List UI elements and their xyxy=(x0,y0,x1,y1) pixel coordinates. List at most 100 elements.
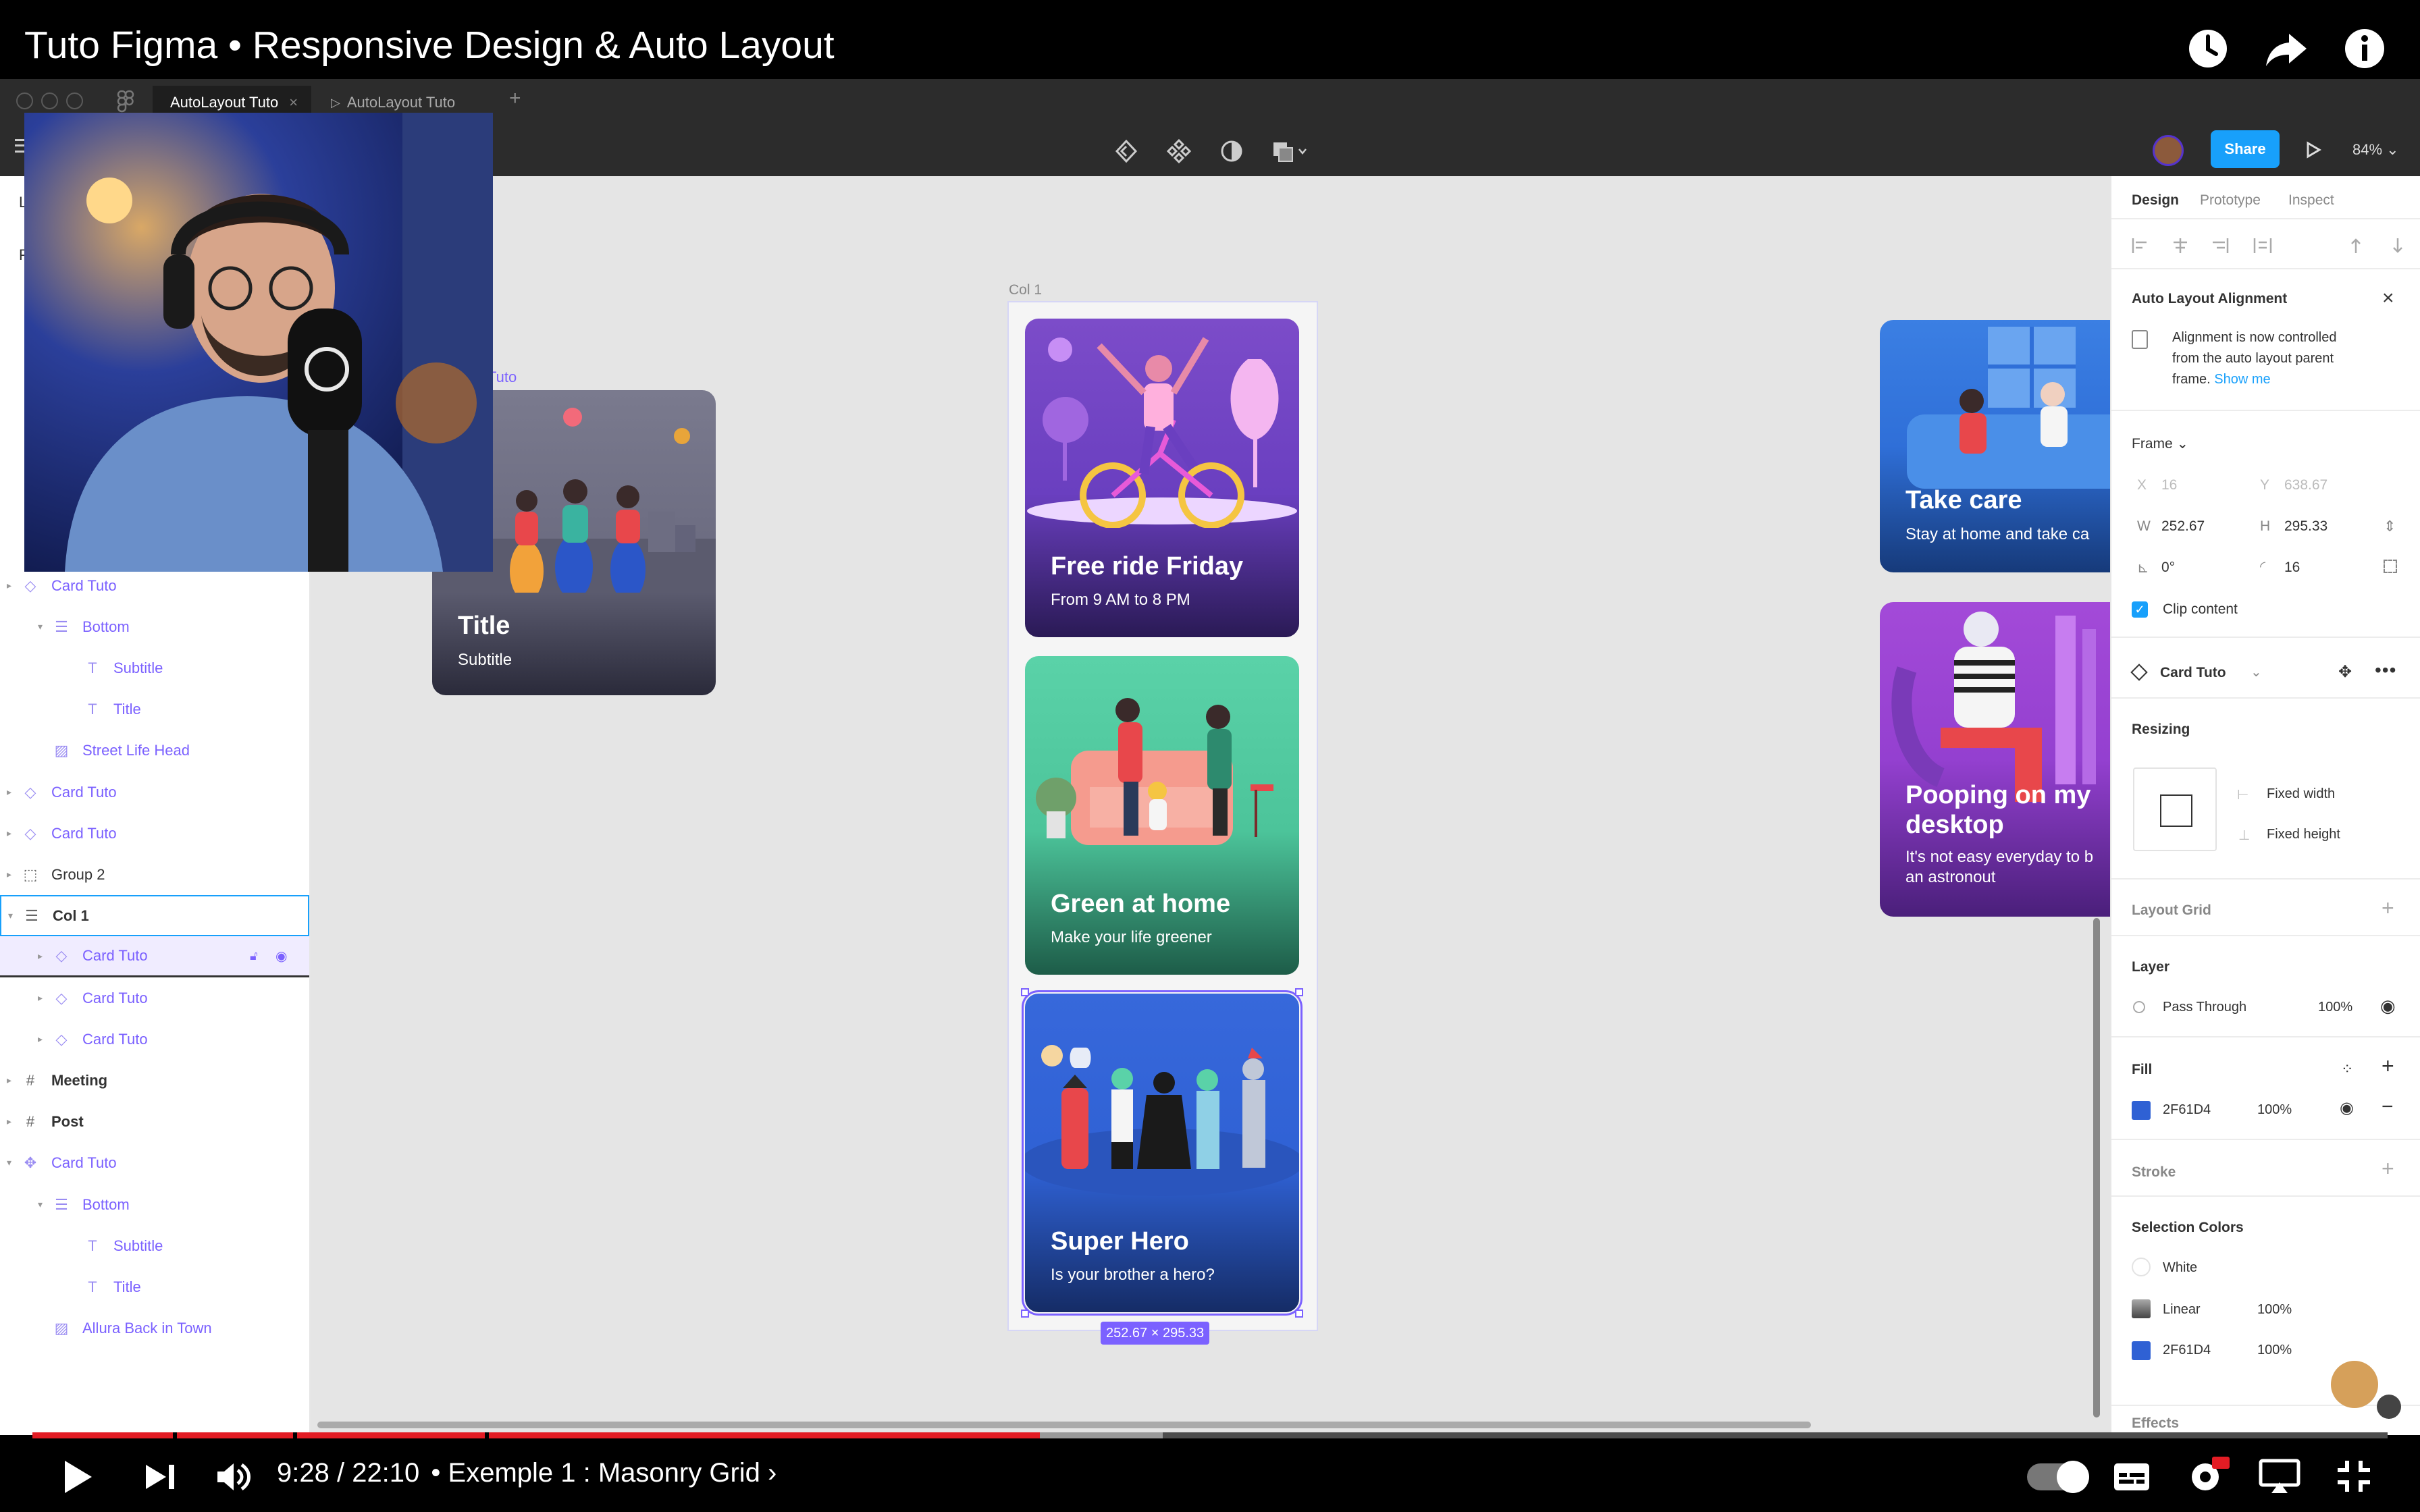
chapter-title[interactable]: • Exemple 1 : Masonry Grid › xyxy=(431,1458,777,1488)
layer-row[interactable]: ▾ ☰ Bottom xyxy=(0,606,309,647)
airplay-icon[interactable] xyxy=(2258,1458,2301,1494)
w-input[interactable]: 252.67 xyxy=(2161,518,2205,535)
layer-opacity-input[interactable]: 100% xyxy=(2318,1000,2352,1015)
caret-right-icon[interactable]: ▸ xyxy=(38,992,43,1004)
white-swatch[interactable] xyxy=(2132,1258,2151,1276)
y-input[interactable]: 638.67 xyxy=(2284,477,2327,493)
x-input[interactable]: 16 xyxy=(2161,477,2177,493)
layer-row[interactable]: T Subtitle xyxy=(0,647,309,688)
blend-mode-dropdown[interactable]: Pass Through xyxy=(2163,1000,2246,1015)
add-stroke-icon[interactable]: + xyxy=(2382,1156,2394,1181)
linear-swatch[interactable] xyxy=(2132,1299,2151,1318)
caret-down-icon[interactable]: ▾ xyxy=(38,621,43,632)
clip-content-checkbox[interactable]: ✓ xyxy=(2132,601,2148,618)
layer-row[interactable]: ▸ ◇ Card Tuto 🔓︎ ◉ xyxy=(0,936,309,977)
layer-row[interactable]: T Title xyxy=(0,688,309,730)
rotation-input[interactable]: 0° xyxy=(2161,560,2175,576)
layer-row[interactable]: ▸ ◇ Card Tuto xyxy=(0,977,309,1019)
show-me-link[interactable]: Show me xyxy=(2214,372,2270,387)
next-video-icon[interactable] xyxy=(143,1462,177,1492)
eye-icon[interactable]: ◉ xyxy=(275,948,287,965)
corner-radius-input[interactable]: 16 xyxy=(2284,560,2300,576)
boolean-groups-icon[interactable] xyxy=(1271,138,1309,164)
share-icon[interactable] xyxy=(2262,24,2311,73)
layer-row[interactable]: T Subtitle xyxy=(0,1225,309,1266)
autoplay-toggle[interactable] xyxy=(2027,1461,2089,1493)
settings-icon[interactable] xyxy=(2186,1455,2231,1496)
exit-fullscreen-icon[interactable] xyxy=(2335,1458,2373,1494)
caret-down-icon[interactable]: ▾ xyxy=(38,1199,43,1210)
alignment-toolbar[interactable] xyxy=(2132,236,2415,256)
caret-right-icon[interactable]: ▸ xyxy=(7,1116,11,1127)
layer-row[interactable]: ▸ ◇ Card Tuto xyxy=(0,1019,309,1060)
caret-right-icon[interactable]: ▸ xyxy=(38,950,43,962)
fill-hex-input[interactable]: 2F61D4 xyxy=(2163,1102,2211,1118)
layer-row[interactable]: ▸ # Post xyxy=(0,1101,309,1142)
info-icon[interactable] xyxy=(2340,24,2389,73)
resize-handle-top-right[interactable] xyxy=(1295,988,1303,996)
component-name-dropdown[interactable]: Card Tuto xyxy=(2160,665,2226,681)
caret-right-icon[interactable]: ▸ xyxy=(7,580,11,591)
resize-handle-bottom-right[interactable] xyxy=(1295,1310,1303,1318)
fill-visibility-eye-icon[interactable]: ◉ xyxy=(2340,1098,2354,1118)
fill-color-swatch[interactable] xyxy=(2132,1101,2151,1120)
resize-handle-top-left[interactable] xyxy=(1021,988,1029,996)
layer-row[interactable]: ▾ ☰ Col 1 xyxy=(0,895,309,936)
close-icon[interactable]: × xyxy=(2382,287,2394,310)
layer-row[interactable]: ▸ ◇ Card Tuto xyxy=(0,772,309,813)
component-icon[interactable] xyxy=(1165,138,1192,164)
caret-right-icon[interactable]: ▸ xyxy=(38,1033,43,1045)
frame-dropdown[interactable]: Frame ⌄ xyxy=(2132,435,2188,452)
layer-row[interactable]: ▨ Street Life Head xyxy=(0,730,309,771)
card-free-ride-friday[interactable]: Free ride Friday From 9 AM to 8 PM xyxy=(1025,319,1299,637)
caret-right-icon[interactable]: ▸ xyxy=(7,828,11,839)
subtitles-icon[interactable] xyxy=(2112,1461,2151,1493)
card-green-at-home[interactable]: Green at home Make your life greener xyxy=(1025,656,1299,975)
lock-icon[interactable]: 🔓︎ xyxy=(250,949,258,963)
h-input[interactable]: 295.33 xyxy=(2284,518,2327,535)
card-super-hero[interactable]: Super Hero Is your brother a hero? xyxy=(1022,990,1303,1316)
style-grid-icon[interactable]: ⁘ xyxy=(2341,1060,2353,1078)
tab-design[interactable]: Design xyxy=(2132,192,2179,209)
window-close-dot[interactable] xyxy=(16,92,33,109)
layer-row[interactable]: T Title xyxy=(0,1266,309,1307)
horizontal-scrollbar[interactable] xyxy=(317,1422,1811,1428)
mask-icon[interactable] xyxy=(1218,138,1245,164)
progress-bar-played[interactable] xyxy=(32,1432,1040,1438)
volume-icon[interactable] xyxy=(215,1461,251,1493)
remove-fill-icon[interactable]: − xyxy=(2382,1096,2394,1118)
resizing-preview[interactable] xyxy=(2133,767,2217,851)
channel-watermark-avatar[interactable] xyxy=(2331,1361,2378,1408)
avatar[interactable] xyxy=(2153,135,2184,166)
fixed-height-dropdown[interactable]: Fixed height xyxy=(2267,827,2340,842)
eye-icon[interactable]: ◉ xyxy=(2380,996,2396,1017)
layer-row[interactable]: ▸ ⬚ Group 2 xyxy=(0,854,309,895)
add-layout-grid-icon[interactable]: + xyxy=(2382,896,2394,921)
add-fill-icon[interactable]: + xyxy=(2382,1054,2394,1079)
layer-row[interactable]: ▾ ☰ Bottom xyxy=(0,1184,309,1225)
fill-opacity-input[interactable]: 100% xyxy=(2257,1102,2292,1118)
add-tab-icon[interactable]: + xyxy=(509,87,521,110)
independent-corners-icon[interactable] xyxy=(2384,560,2397,573)
figma-logo-icon[interactable] xyxy=(116,90,135,113)
resize-handle-bottom-left[interactable] xyxy=(1021,1310,1029,1318)
caret-right-icon[interactable]: ▸ xyxy=(7,786,11,798)
watch-later-icon[interactable] xyxy=(2184,24,2232,73)
tab-prototype[interactable]: Prototype xyxy=(2200,192,2261,209)
detach-instance-icon[interactable] xyxy=(1113,138,1140,164)
vertical-scrollbar[interactable] xyxy=(2093,918,2100,1418)
layer-row[interactable]: ▾ ✥ Card Tuto xyxy=(0,1142,309,1183)
layer-row[interactable]: ▸ # Meeting xyxy=(0,1060,309,1101)
go-to-main-component-icon[interactable]: ✥ xyxy=(2338,662,2352,682)
blue-swatch[interactable] xyxy=(2132,1341,2151,1360)
window-minimize-dot[interactable] xyxy=(41,92,58,109)
chevron-down-icon[interactable]: ⌄ xyxy=(2251,664,2262,680)
share-button[interactable]: Share xyxy=(2211,130,2280,168)
fixed-width-dropdown[interactable]: Fixed width xyxy=(2267,786,2335,802)
video-title[interactable]: Tuto Figma • Responsive Design & Auto La… xyxy=(24,23,835,68)
design-panel[interactable]: Design Prototype Inspect Auto Layout Ali… xyxy=(2110,176,2420,1435)
constrain-proportions-icon[interactable]: ⇕ xyxy=(2384,518,2396,535)
play-icon[interactable] xyxy=(58,1458,96,1496)
zoom-dropdown[interactable]: 84% ⌄ xyxy=(2352,141,2399,159)
window-zoom-dot[interactable] xyxy=(66,92,83,109)
